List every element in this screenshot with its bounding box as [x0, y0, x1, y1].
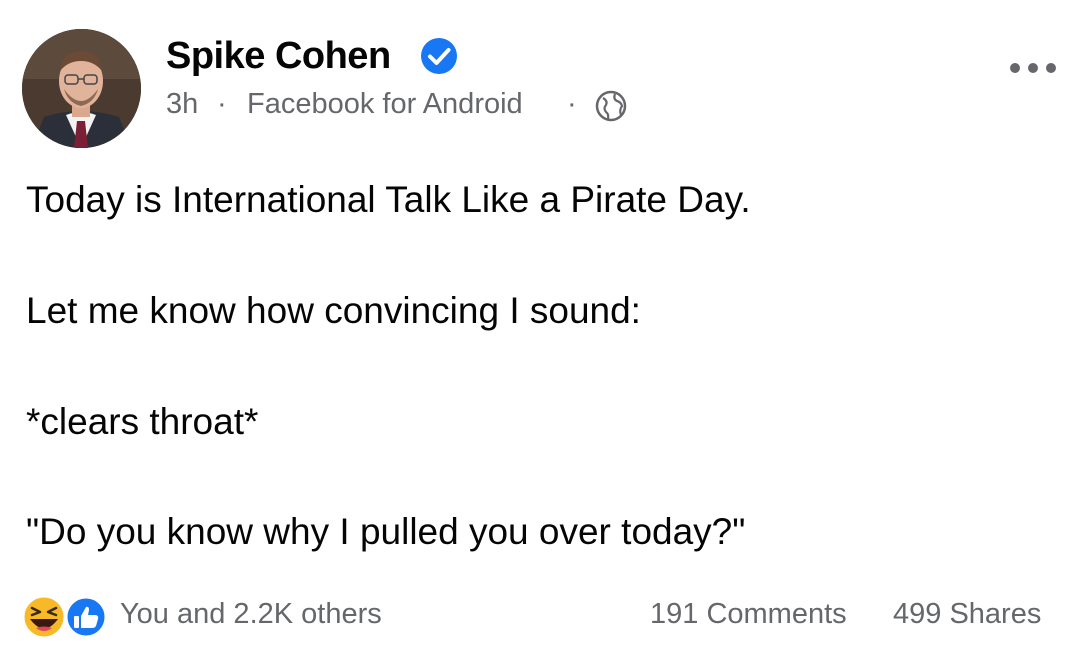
post-text-line: Today is International Talk Like a Pirat…	[26, 179, 751, 220]
meta-separator: ·	[217, 88, 227, 120]
reactions-summary[interactable]: You and 2.2K others	[120, 598, 382, 631]
post-time[interactable]: 3h	[166, 88, 198, 121]
post-source: Facebook for Android	[247, 88, 523, 120]
post-text-line: *clears throat*	[26, 401, 259, 442]
post-text-line: Let me know how convincing I sound:	[26, 290, 641, 331]
verified-badge-icon	[421, 38, 457, 74]
like-icon	[64, 595, 108, 639]
more-options-icon[interactable]	[1008, 58, 1058, 78]
author-name[interactable]: Spike Cohen	[166, 35, 391, 78]
comments-count[interactable]: 191 Comments	[650, 598, 847, 631]
haha-icon	[21, 594, 67, 640]
meta-separator: ·	[567, 88, 577, 120]
author-avatar[interactable]	[22, 29, 141, 148]
facebook-post: Spike Cohen 3h · Facebook for Android · …	[0, 0, 1073, 649]
shares-count[interactable]: 499 Shares	[893, 598, 1041, 631]
profile-photo	[22, 29, 141, 148]
post-text-line: "Do you know why I pulled you over today…	[26, 511, 746, 552]
reaction-icons[interactable]	[21, 594, 111, 640]
globe-icon[interactable]	[594, 89, 628, 123]
